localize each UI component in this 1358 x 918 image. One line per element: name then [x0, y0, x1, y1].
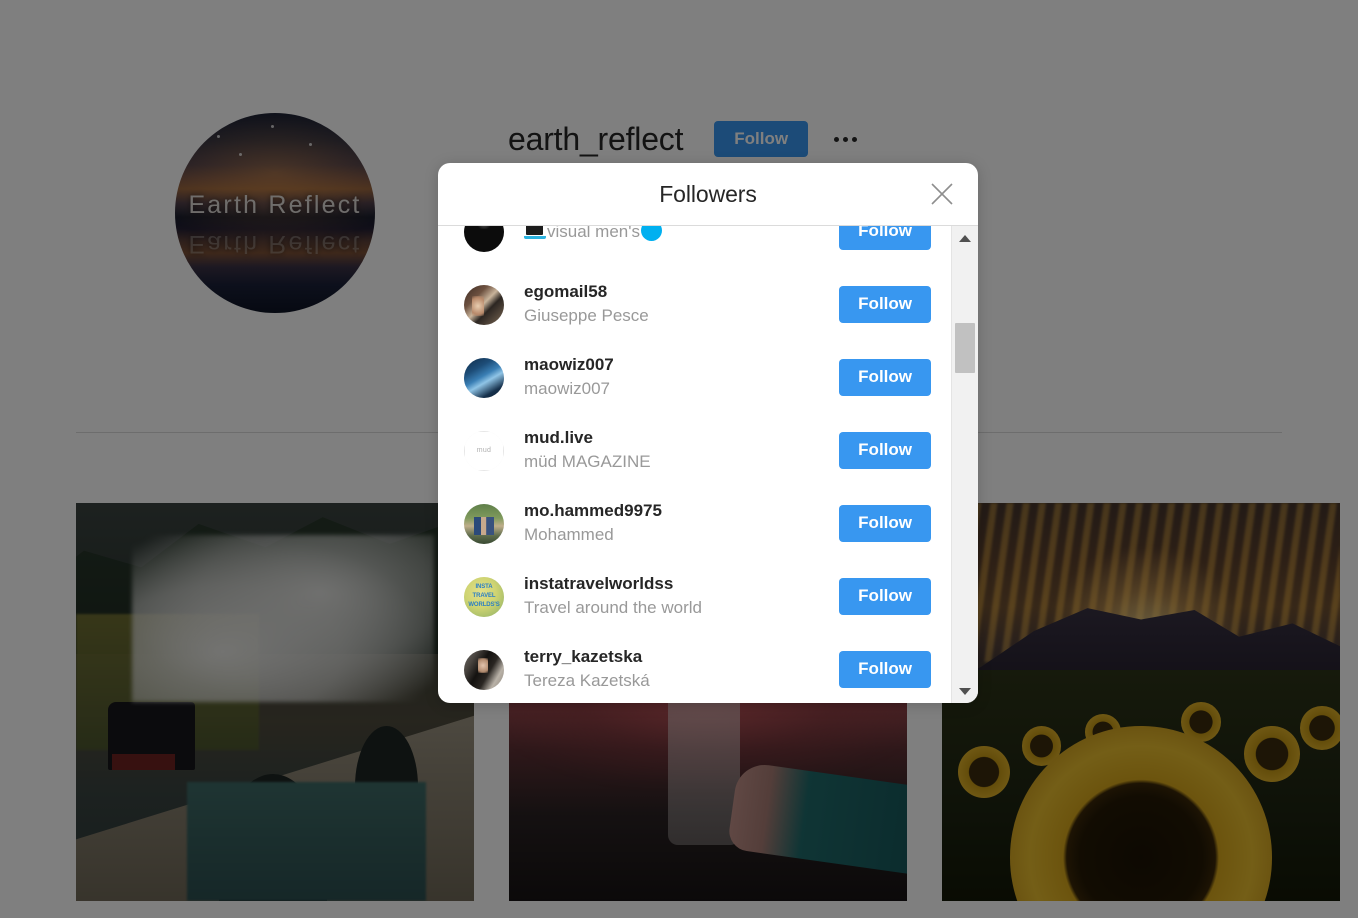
avatar-label: mud — [476, 447, 492, 454]
avatar[interactable] — [464, 226, 504, 252]
table-row[interactable]: mud mud.live müd MAGAZINE Follow — [438, 414, 951, 487]
follow-button[interactable]: Follow — [839, 286, 931, 323]
followers-list: visual men's Follow egomail58 Giuseppe P… — [438, 226, 951, 703]
table-row[interactable]: visual men's Follow — [438, 226, 951, 268]
followers-list-viewport: visual men's Follow egomail58 Giuseppe P… — [438, 226, 951, 703]
caret-down-icon[interactable] — [952, 679, 978, 703]
follower-username[interactable]: maowiz007 — [524, 354, 829, 377]
laptop-emoji — [524, 226, 546, 239]
follower-identity: instatravelworldss Travel around the wor… — [504, 573, 839, 620]
avatar[interactable] — [464, 284, 504, 325]
followers-scrollbar[interactable] — [951, 226, 978, 703]
follower-identity: visual men's — [504, 226, 839, 243]
followers-modal-body: visual men's Follow egomail58 Giuseppe P… — [438, 226, 978, 703]
table-row[interactable]: terry_kazetska Tereza Kazetská Follow — [438, 633, 951, 703]
close-icon[interactable] — [922, 174, 962, 214]
follow-button[interactable]: Follow — [839, 226, 931, 250]
scrollbar-thumb[interactable] — [955, 323, 975, 373]
follower-fullname: Giuseppe Pesce — [524, 306, 649, 326]
table-row[interactable]: INSTA TRAVEL WORLDS'S instatravelworldss… — [438, 560, 951, 633]
follower-username[interactable]: instatravelworldss — [524, 573, 829, 596]
avatar[interactable] — [464, 649, 504, 690]
instagram-profile-screen: Earth Reflect Earth Reflect earth_reflec… — [0, 0, 1358, 918]
follower-identity: egomail58 Giuseppe Pesce — [504, 281, 839, 328]
follower-identity: mo.hammed9975 Mohammed — [504, 500, 839, 547]
follower-identity: maowiz007 maowiz007 — [504, 354, 839, 401]
follower-username[interactable]: egomail58 — [524, 281, 829, 304]
follower-identity: mud.live müd MAGAZINE — [504, 427, 839, 474]
follow-button[interactable]: Follow — [839, 651, 931, 688]
followers-modal-header: Followers — [438, 163, 978, 226]
follower-fullname: Mohammed — [524, 525, 614, 545]
table-row[interactable]: maowiz007 maowiz007 Follow — [438, 341, 951, 414]
avatar[interactable]: mud — [464, 430, 504, 471]
follower-fullname: müd MAGAZINE — [524, 452, 651, 472]
follower-username[interactable]: mo.hammed9975 — [524, 500, 829, 523]
follower-fullname: Travel around the world — [524, 598, 702, 618]
caret-up-icon[interactable] — [952, 226, 978, 250]
follower-fullname: maowiz007 — [524, 379, 610, 399]
follower-username[interactable]: mud.live — [524, 427, 829, 450]
follower-username[interactable]: terry_kazetska — [524, 646, 829, 669]
avatar[interactable] — [464, 357, 504, 398]
follow-button[interactable]: Follow — [839, 359, 931, 396]
followers-modal-title: Followers — [659, 180, 757, 207]
avatar[interactable]: INSTA TRAVEL WORLDS'S — [464, 576, 504, 617]
follower-identity: terry_kazetska Tereza Kazetská — [504, 646, 839, 693]
follow-button[interactable]: Follow — [839, 578, 931, 615]
follow-button[interactable]: Follow — [839, 505, 931, 542]
follow-button[interactable]: Follow — [839, 432, 931, 469]
follower-fullname: visual men's — [524, 226, 829, 243]
avatar[interactable] — [464, 503, 504, 544]
table-row[interactable]: mo.hammed9975 Mohammed Follow — [438, 487, 951, 560]
blue-circle-emoji — [641, 226, 663, 241]
followers-modal: Followers visual men's Follow egomail58 … — [438, 163, 978, 703]
follower-fullname: Tereza Kazetská — [524, 671, 650, 691]
table-row[interactable]: egomail58 Giuseppe Pesce Follow — [438, 268, 951, 341]
